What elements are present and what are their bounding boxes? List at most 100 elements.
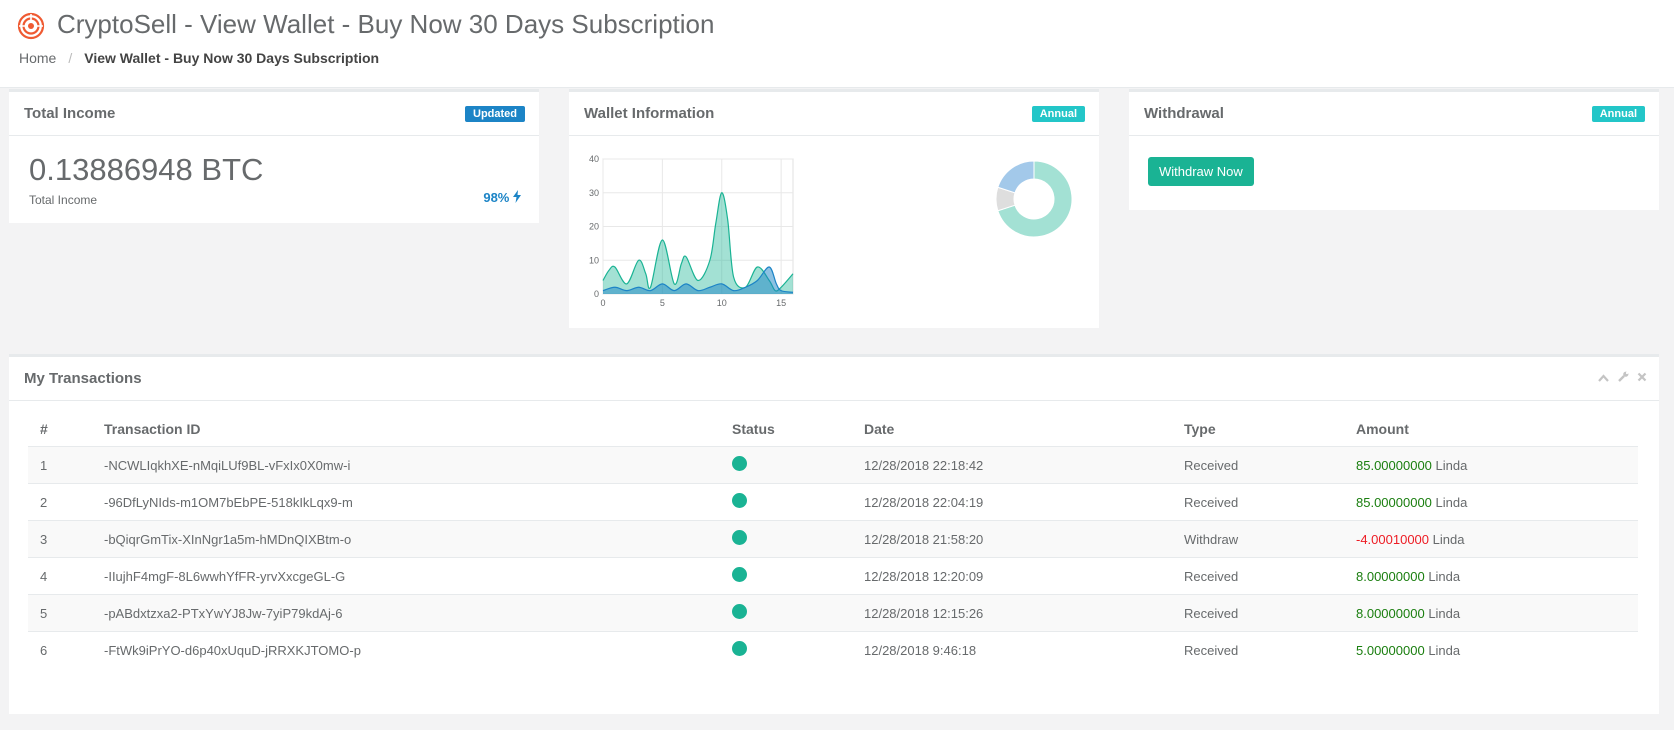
col-date: Date xyxy=(852,411,1172,447)
row-number: 5 xyxy=(28,594,92,632)
transaction-id: -NCWLIqkhXE-nMqiLUf9BL-vFxIx0X0mw-i xyxy=(92,446,720,484)
wallet-information-header: Wallet Information Annual xyxy=(569,92,1099,136)
transaction-date: 12/28/2018 9:46:18 xyxy=(852,631,1172,668)
status-cell xyxy=(720,446,852,484)
transaction-id: -pABdxtzxa2-PTxYwYJ8Jw-7yiP79kdAj-6 xyxy=(92,594,720,632)
transaction-type: Received xyxy=(1172,557,1344,595)
income-subtitle: Total Income xyxy=(29,193,98,207)
wallet-information-title: Wallet Information xyxy=(584,105,715,122)
table-header-row: # Transaction ID Status Date Type Amount xyxy=(28,411,1638,447)
transaction-id: -96DfLyNIds-m1OM7bEbPE-518kIkLqx9-m xyxy=(92,483,720,521)
transaction-user: Linda xyxy=(1435,494,1468,510)
transactions-header: My Transactions xyxy=(9,357,1659,401)
transaction-amount: 85.00000000 xyxy=(1356,457,1432,473)
transaction-id: -IIujhF4mgF-8L6wwhYfFR-yrvXxcgeGL-G xyxy=(92,557,720,595)
transaction-amount: -4.00010000 xyxy=(1356,531,1430,547)
transaction-id: -FtWk9iPrYO-d6p40xUquD-jRRXKJTOMO-p xyxy=(92,631,720,668)
table-row: 6 -FtWk9iPrYO-d6p40xUquD-jRRXKJTOMO-p 12… xyxy=(28,631,1638,668)
income-percent: 98% xyxy=(483,190,521,205)
status-cell xyxy=(720,483,852,521)
wallet-area-chart: 0 10 20 30 40 0 5 10 15 xyxy=(589,154,794,308)
transaction-type: Withdraw xyxy=(1172,520,1344,558)
chevron-up-icon[interactable] xyxy=(1598,371,1610,385)
y-tick-label: 20 xyxy=(589,222,599,232)
status-cell xyxy=(720,631,852,668)
amount-cell: 85.00000000 Linda xyxy=(1344,483,1638,521)
status-cell xyxy=(720,520,852,558)
breadcrumb-current: View Wallet - Buy Now 30 Days Subscripti… xyxy=(84,50,380,66)
income-value: 0.13886948 BTC xyxy=(29,152,264,187)
transactions-panel: My Transactions # Transaction ID Status … xyxy=(9,354,1659,714)
annual-badge: Annual xyxy=(1591,106,1645,122)
y-tick-label: 10 xyxy=(589,255,599,265)
row-number: 1 xyxy=(28,446,92,484)
breadcrumb: Home / View Wallet - Buy Now 30 Days Subsc… xyxy=(19,50,379,66)
x-tick-label: 10 xyxy=(717,298,727,308)
row-number: 2 xyxy=(28,483,92,521)
col-amount: Amount xyxy=(1344,411,1638,447)
x-tick-label: 15 xyxy=(776,298,786,308)
withdrawal-header: Withdrawal Annual xyxy=(1129,92,1659,136)
row-number: 3 xyxy=(28,520,92,558)
transaction-user: Linda xyxy=(1428,605,1461,621)
transaction-id: -bQiqrGmTix-XInNgr1a5m-hMDnQIXBtm-o xyxy=(92,520,720,558)
transactions-title: My Transactions xyxy=(24,370,142,387)
status-dot-icon xyxy=(732,493,747,508)
row-number: 4 xyxy=(28,557,92,595)
transaction-date: 12/28/2018 21:58:20 xyxy=(852,520,1172,558)
status-dot-icon xyxy=(732,530,747,545)
y-tick-label: 0 xyxy=(594,289,599,299)
transaction-date: 12/28/2018 22:04:19 xyxy=(852,483,1172,521)
withdrawal-title: Withdrawal xyxy=(1144,105,1224,122)
transaction-amount: 85.00000000 xyxy=(1356,494,1432,510)
transaction-type: Received xyxy=(1172,446,1344,484)
donut-slice-2 xyxy=(997,160,1035,194)
transaction-type: Received xyxy=(1172,594,1344,632)
transaction-type: Received xyxy=(1172,483,1344,521)
col-type: Type xyxy=(1172,411,1344,447)
withdraw-now-button[interactable]: Withdraw Now xyxy=(1148,157,1254,186)
total-income-panel: Total Income Updated 0.13886948 BTC Tota… xyxy=(9,89,539,223)
status-cell xyxy=(720,594,852,632)
updated-badge: Updated xyxy=(465,106,525,122)
annual-badge: Annual xyxy=(1031,106,1085,122)
col-transaction-id: Transaction ID xyxy=(92,411,720,447)
status-dot-icon xyxy=(732,567,747,582)
status-cell xyxy=(720,557,852,595)
transaction-type: Received xyxy=(1172,631,1344,668)
page-header: CryptoSell - View Wallet - Buy Now 30 Da… xyxy=(0,0,1674,88)
wrench-icon[interactable] xyxy=(1617,371,1629,385)
transaction-date: 12/28/2018 12:15:26 xyxy=(852,594,1172,632)
wallet-information-panel: Wallet Information Annual 0 10 20 30 40 0 5 10 1… xyxy=(569,89,1099,328)
breadcrumb-home-link[interactable]: Home xyxy=(19,50,56,66)
amount-cell: 5.00000000 Linda xyxy=(1344,631,1638,668)
status-dot-icon xyxy=(732,456,747,471)
amount-cell: -4.00010000 Linda xyxy=(1344,520,1638,558)
transaction-amount: 8.00000000 xyxy=(1356,605,1425,621)
table-row: 2 -96DfLyNIds-m1OM7bEbPE-518kIkLqx9-m 12… xyxy=(28,483,1638,521)
amount-cell: 8.00000000 Linda xyxy=(1344,557,1638,595)
row-number: 6 xyxy=(28,631,92,668)
transaction-date: 12/28/2018 12:20:09 xyxy=(852,557,1172,595)
close-icon[interactable] xyxy=(1637,371,1647,385)
y-tick-label: 40 xyxy=(589,154,599,164)
transaction-amount: 8.00000000 xyxy=(1356,568,1425,584)
status-dot-icon xyxy=(732,641,747,656)
total-income-header: Total Income Updated xyxy=(9,92,539,136)
withdrawal-panel: Withdrawal Annual Withdraw Now xyxy=(1129,89,1659,210)
transaction-date: 12/28/2018 22:18:42 xyxy=(852,446,1172,484)
transaction-user: Linda xyxy=(1428,568,1461,584)
transaction-user: Linda xyxy=(1432,531,1465,547)
income-percent-value: 98% xyxy=(483,190,510,205)
logo-icon xyxy=(17,12,45,40)
total-income-title: Total Income xyxy=(24,105,116,122)
transaction-user: Linda xyxy=(1428,642,1461,658)
breadcrumb-separator: / xyxy=(68,50,73,66)
y-tick-label: 30 xyxy=(589,188,599,198)
transactions-table: # Transaction ID Status Date Type Amount… xyxy=(28,411,1638,668)
amount-cell: 8.00000000 Linda xyxy=(1344,594,1638,632)
col-status: Status xyxy=(720,411,852,447)
status-dot-icon xyxy=(732,604,747,619)
table-row: 4 -IIujhF4mgF-8L6wwhYfFR-yrvXxcgeGL-G 12… xyxy=(28,557,1638,595)
wallet-donut-chart xyxy=(995,160,1073,238)
